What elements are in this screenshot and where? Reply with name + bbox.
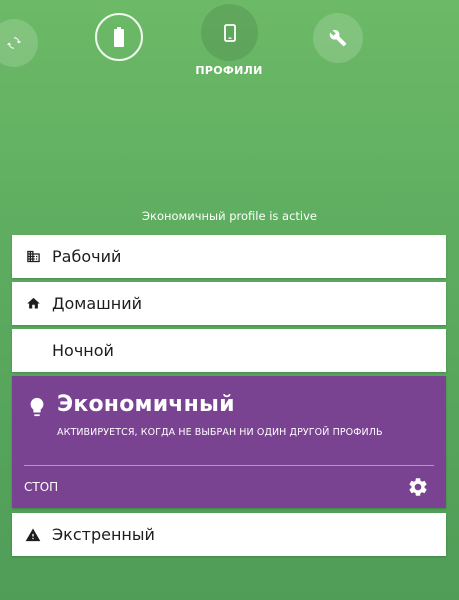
profile-item-work[interactable]: Рабочий (12, 235, 446, 278)
sync-icon (7, 36, 21, 50)
active-profile-description: АКТИВИРУЕТСЯ, КОГДА НЕ ВЫБРАН НИ ОДИН ДР… (57, 427, 383, 438)
nav-battery-button[interactable] (95, 13, 143, 61)
moon-icon (25, 343, 41, 359)
profile-item-emergency[interactable]: Экстренный (12, 513, 446, 556)
nav-tools-button[interactable] (313, 13, 363, 63)
profile-item-night[interactable]: Ночной (12, 329, 446, 372)
nav-profiles-button[interactable] (201, 4, 258, 61)
divider (24, 465, 434, 466)
lightbulb-icon (26, 395, 48, 419)
profile-label: Экстренный (52, 525, 155, 544)
nav-profiles-label[interactable]: ПРОФИЛИ (179, 64, 279, 77)
gear-icon[interactable] (407, 476, 429, 498)
phone-icon (223, 23, 236, 42)
active-profile-card[interactable]: Экономичный АКТИВИРУЕТСЯ, КОГДА НЕ ВЫБРА… (12, 376, 446, 508)
battery-icon (113, 27, 125, 47)
profile-label: Домашний (52, 294, 143, 313)
home-icon (25, 296, 41, 312)
profile-label: Рабочий (52, 247, 122, 266)
building-icon (25, 249, 41, 265)
profile-label: Ночной (52, 341, 114, 360)
warning-icon (25, 527, 41, 543)
active-profile-status: Экономичный profile is active (141, 209, 317, 223)
wrench-icon (329, 29, 347, 47)
active-profile-title: Экономичный (57, 392, 235, 417)
stop-button[interactable]: СТОП (24, 480, 58, 494)
profile-item-home[interactable]: Домашний (12, 282, 446, 325)
nav-sync-button[interactable] (0, 19, 38, 67)
top-nav: ПРОФИЛИ (0, 0, 459, 90)
